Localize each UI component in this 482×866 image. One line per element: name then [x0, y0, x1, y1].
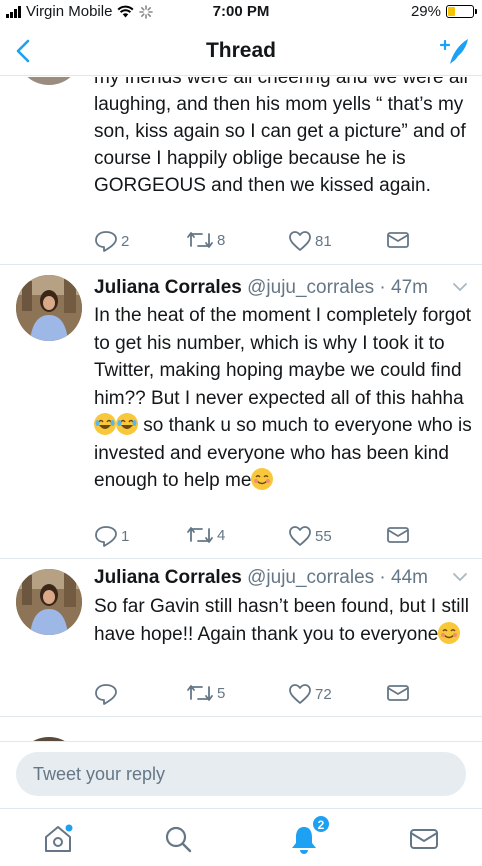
messages-icon [410, 829, 438, 849]
smiling-emoji-icon [251, 468, 274, 490]
like-count: 72 [315, 685, 332, 703]
envelope-icon [387, 685, 409, 701]
envelope-icon [387, 232, 409, 248]
reply-bar [0, 741, 482, 807]
tweet-header: Juliana Corrales @juju_corrales · 44m [94, 567, 472, 589]
tweet[interactable] [0, 717, 482, 741]
heart-icon [289, 526, 311, 546]
laughing-emoji-icon [94, 413, 116, 435]
reply-input[interactable] [16, 752, 466, 796]
tweet-header: Juliana Corrales @juju_corrales · 47m [94, 277, 472, 299]
dm-share-button[interactable] [386, 525, 410, 545]
reply-icon [95, 231, 117, 252]
reply-button[interactable]: 1 [94, 525, 129, 547]
tweet-actions: 5 72 [94, 683, 424, 707]
like-button[interactable]: 55 [288, 525, 332, 547]
tweet-text-part: So far Gavin still hasn’t been found, bu… [94, 596, 469, 645]
retweet-count: 5 [217, 684, 226, 702]
avatar[interactable] [16, 77, 82, 85]
display-name[interactable]: Juliana Corrales [94, 277, 242, 298]
reply-count: 2 [121, 232, 130, 250]
user-handle[interactable]: @juju_corrales [247, 567, 374, 588]
tab-messages[interactable] [408, 823, 440, 855]
battery-icon [446, 5, 477, 18]
like-button[interactable]: 81 [288, 230, 332, 252]
notification-badge: 2 [312, 815, 330, 833]
tab-notifications[interactable]: 2 [288, 815, 330, 855]
search-icon [165, 826, 192, 853]
page-title: Thread [205, 39, 276, 62]
like-button[interactable]: 72 [288, 683, 332, 705]
chevron-down-icon[interactable] [452, 571, 468, 583]
tweet-text: So far Gavin still hasn’t been found, bu… [94, 593, 472, 649]
compose-tweet-icon[interactable] [438, 35, 470, 67]
like-count: 55 [315, 527, 332, 545]
tweet-actions: 1 4 55 [94, 525, 424, 549]
tweet[interactable]: Juliana Corrales @juju_corrales · 44m So… [0, 559, 482, 717]
like-count: 81 [315, 232, 332, 250]
retweet-icon [187, 527, 213, 543]
tweet-text: In the heat of the moment I completely f… [94, 302, 472, 495]
tab-search[interactable] [162, 823, 194, 855]
nav-bar: Thread [0, 26, 482, 76]
chevron-down-icon[interactable] [452, 281, 468, 293]
battery-percent: 29% [410, 3, 441, 20]
tweet-time: · 47m [379, 277, 428, 298]
reply-icon [95, 526, 117, 547]
tweet-text-part: In the heat of the moment I completely f… [94, 305, 472, 409]
laughing-emoji-icon [116, 413, 138, 435]
thread-list[interactable]: my friends were all cheering and we were… [0, 77, 482, 741]
avatar[interactable] [16, 569, 82, 635]
home-icon [45, 824, 73, 852]
user-handle[interactable]: @juju_corrales [247, 277, 374, 298]
retweet-count: 8 [217, 231, 226, 249]
retweet-icon [187, 685, 213, 701]
dm-share-button[interactable] [386, 230, 410, 250]
reply-icon [95, 684, 117, 705]
heart-icon [289, 231, 311, 251]
tweet[interactable]: Juliana Corrales @juju_corrales · 47m In… [0, 265, 482, 559]
dm-share-button[interactable] [386, 683, 410, 703]
battery-group: 29% [410, 3, 477, 20]
retweet-count: 4 [217, 526, 226, 544]
retweet-button[interactable]: 8 [186, 230, 225, 250]
heart-icon [289, 684, 311, 704]
reply-button[interactable] [94, 683, 121, 705]
reply-count: 1 [121, 527, 130, 545]
display-name[interactable]: Juliana Corrales [94, 567, 242, 588]
tweet-time: · 44m [379, 567, 428, 588]
smiling-emoji-icon [438, 622, 461, 644]
tab-home[interactable] [42, 823, 74, 855]
reply-button[interactable]: 2 [94, 230, 129, 252]
envelope-icon [387, 527, 409, 543]
avatar[interactable] [16, 275, 82, 341]
status-bar: Virgin Mobile 7:00 PM 29% [0, 0, 482, 24]
status-time: 7:00 PM [212, 3, 270, 20]
tab-bar: 2 [0, 808, 482, 866]
tweet-text-part: so thank u so much to everyone who is in… [94, 415, 472, 491]
retweet-button[interactable]: 5 [186, 683, 225, 703]
tweet-actions: 2 8 81 [94, 230, 424, 254]
retweet-icon [187, 232, 213, 248]
tweet[interactable]: my friends were all cheering and we were… [0, 77, 482, 265]
retweet-button[interactable]: 4 [186, 525, 225, 545]
tweet-text: my friends were all cheering and we were… [94, 77, 468, 196]
